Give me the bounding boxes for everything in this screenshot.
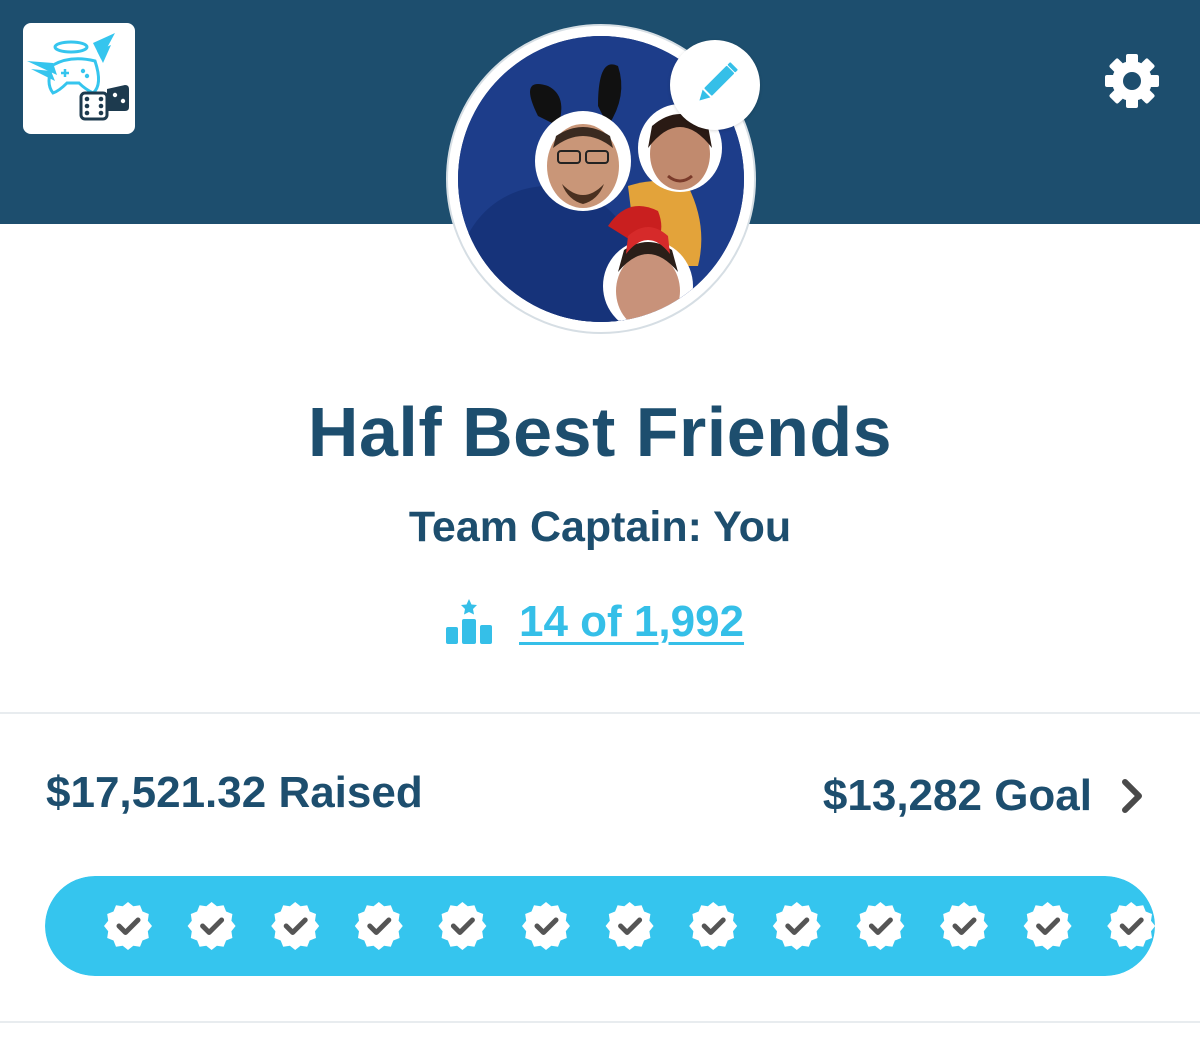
pencil-icon xyxy=(699,62,738,101)
amount-raised: $17,521.32 Raised xyxy=(46,768,423,817)
team-page: Half Best Friends Team Captain: You 14 o… xyxy=(0,0,1200,1039)
milestone-badge-icon xyxy=(1107,902,1155,950)
fundraising-progress-bar xyxy=(45,876,1155,976)
milestone-badge-icon xyxy=(605,902,654,950)
fundraising-goal-link[interactable]: $13,282 Goal xyxy=(823,768,1148,824)
milestone-badge-icon xyxy=(271,902,320,950)
milestone-badge-icon xyxy=(772,902,821,950)
milestone-badge-icon xyxy=(940,902,988,950)
team-rank-link[interactable]: 14 of 1,992 xyxy=(519,597,744,647)
divider xyxy=(0,712,1200,714)
milestone-badges xyxy=(104,902,1155,950)
milestone-badge-icon xyxy=(438,902,487,950)
podium-icon xyxy=(446,599,492,644)
app-logo[interactable] xyxy=(23,23,135,134)
team-rank: 14 of 1,992 xyxy=(443,592,744,652)
settings-button[interactable] xyxy=(1100,50,1164,112)
gear-icon xyxy=(1105,54,1159,108)
milestone-badge-icon xyxy=(1023,902,1072,950)
milestone-badge-icon xyxy=(689,902,738,950)
milestone-badge-icon xyxy=(354,902,403,950)
fundraising-goal: $13,282 Goal xyxy=(822,771,1092,820)
team-name: Half Best Friends xyxy=(307,393,893,471)
team-captain: Team Captain: You xyxy=(408,503,792,551)
game-controller-angel-wings-dice-logo-icon xyxy=(27,33,129,121)
edit-avatar-button[interactable] xyxy=(670,40,760,130)
divider xyxy=(0,1021,1200,1023)
milestone-badge-icon xyxy=(522,902,570,950)
chevron-right-icon xyxy=(1122,779,1142,813)
milestone-badge-icon xyxy=(856,902,905,950)
milestone-badge-icon xyxy=(187,902,236,950)
milestone-badge-icon xyxy=(104,902,152,950)
